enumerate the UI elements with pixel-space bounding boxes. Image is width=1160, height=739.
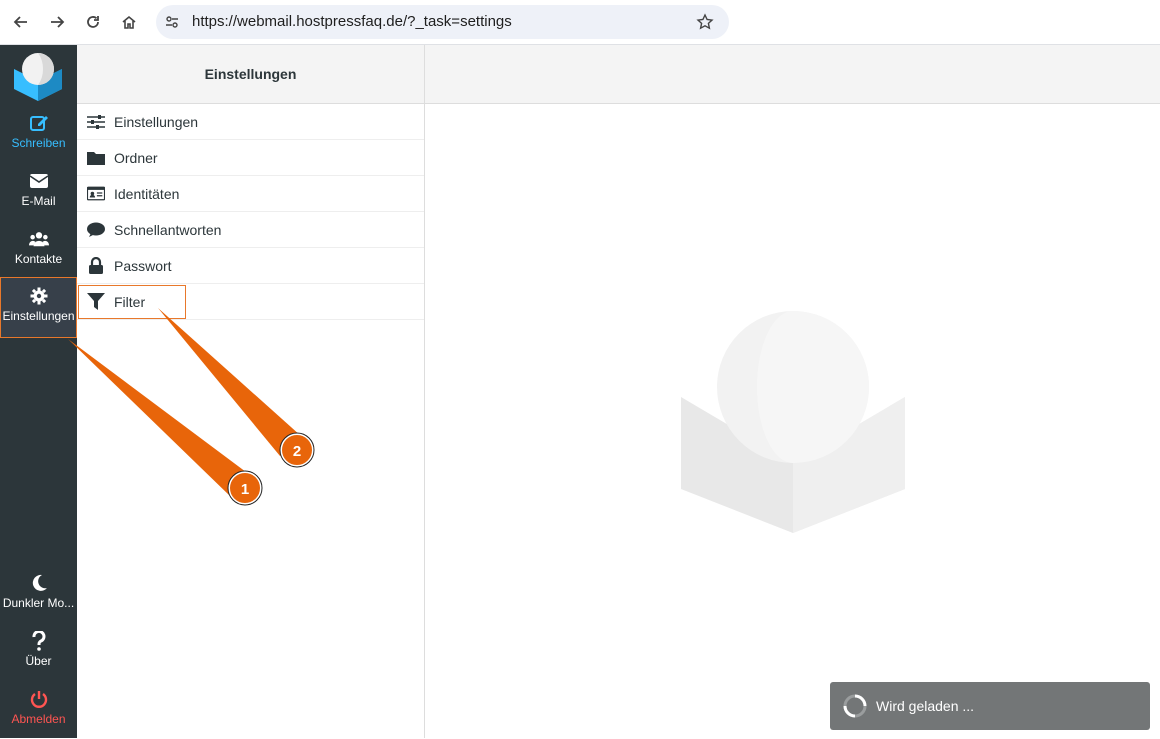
comment-icon (87, 221, 105, 239)
rail-mail[interactable]: E-Mail (0, 163, 77, 221)
rail-label: Einstellungen (2, 309, 75, 323)
app-rail: Schreiben E-Mail Kontakte Einstellungen … (0, 45, 77, 738)
settings-panel: Einstellungen Einstellungen Ordner Ident… (77, 45, 425, 738)
rail-label: Dunkler Mo... (2, 596, 75, 610)
sliders-icon (87, 113, 105, 131)
content-header (425, 45, 1160, 104)
rail-about[interactable]: Über (0, 623, 77, 681)
panel-title: Einstellungen (77, 45, 424, 104)
rail-label: Schreiben (11, 136, 66, 150)
settings-item-label: Filter (114, 293, 146, 310)
home-icon[interactable] (117, 10, 141, 34)
settings-item-identities[interactable]: Identitäten (77, 176, 424, 212)
settings-item-responses[interactable]: Schnellantworten (77, 212, 424, 248)
compose-icon (29, 113, 49, 133)
rail-contacts[interactable]: Kontakte (0, 221, 77, 279)
settings-item-label: Identitäten (114, 185, 180, 202)
settings-item-filter[interactable]: Filter (77, 284, 424, 320)
address-bar[interactable]: https://webmail.hostpressfaq.de/?_task=s… (156, 5, 729, 39)
browser-toolbar: https://webmail.hostpressfaq.de/?_task=s… (0, 0, 1160, 45)
back-icon[interactable] (9, 10, 33, 34)
site-settings-icon[interactable] (164, 14, 180, 30)
rail-label: Kontakte (14, 252, 63, 266)
filter-icon (87, 293, 105, 311)
roundcube-watermark (681, 311, 905, 533)
rail-label: Über (25, 654, 52, 668)
moon-icon (29, 573, 49, 593)
settings-item-password[interactable]: Passwort (77, 248, 424, 284)
settings-item-preferences[interactable]: Einstellungen (77, 104, 424, 140)
bookmark-star-icon[interactable] (696, 13, 714, 31)
power-icon (29, 689, 49, 709)
question-icon (29, 631, 49, 651)
rail-compose[interactable]: Schreiben (0, 105, 77, 163)
forward-icon[interactable] (45, 10, 69, 34)
settings-item-label: Ordner (114, 149, 158, 166)
folder-icon (87, 149, 105, 167)
rail-label: E-Mail (21, 194, 56, 208)
users-icon (28, 229, 49, 249)
rail-label: Abmelden (11, 712, 66, 726)
settings-item-folders[interactable]: Ordner (77, 140, 424, 176)
id-card-icon (87, 185, 105, 203)
loading-toast: Wird geladen ... (830, 682, 1150, 730)
envelope-icon (29, 171, 49, 191)
gear-icon (29, 286, 49, 306)
settings-item-label: Passwort (114, 257, 172, 274)
toast-text: Wird geladen ... (876, 698, 975, 714)
reload-icon[interactable] (81, 10, 105, 34)
rail-settings[interactable]: Einstellungen (0, 277, 77, 338)
rail-dark-mode[interactable]: Dunkler Mo... (0, 565, 77, 623)
url-text[interactable]: https://webmail.hostpressfaq.de/?_task=s… (192, 13, 512, 30)
content-area (425, 45, 1160, 738)
spinner-icon (843, 694, 867, 718)
settings-item-label: Schnellantworten (114, 221, 222, 238)
settings-item-label: Einstellungen (114, 113, 199, 130)
roundcube-logo (14, 53, 62, 101)
rail-logout[interactable]: Abmelden (0, 681, 77, 739)
lock-icon (87, 257, 105, 275)
